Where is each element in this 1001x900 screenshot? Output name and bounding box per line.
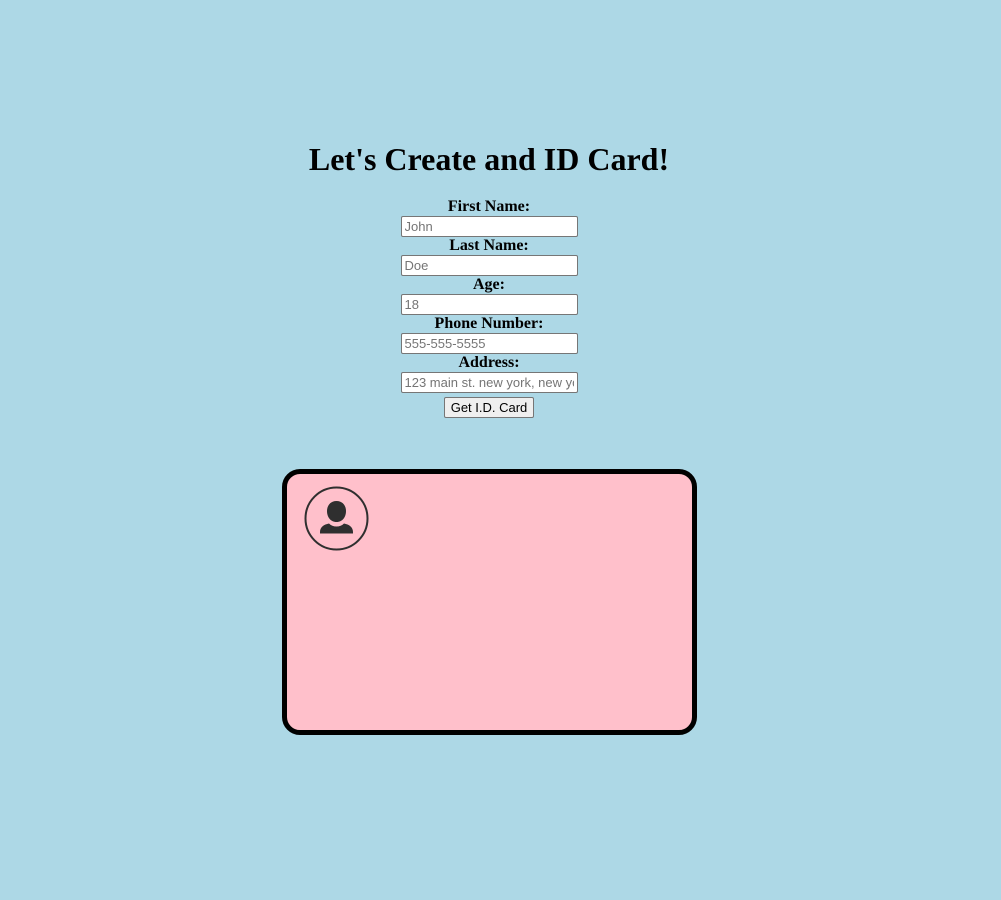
phone-number-label: Phone Number: xyxy=(434,315,544,332)
age-group: Age: xyxy=(400,276,578,315)
id-card xyxy=(282,469,697,735)
phone-number-input[interactable] xyxy=(400,333,578,354)
address-input[interactable] xyxy=(400,372,578,393)
address-label: Address: xyxy=(458,354,520,371)
phone-number-group: Phone Number: xyxy=(400,315,578,354)
avatar-shoulders xyxy=(320,523,353,534)
age-input[interactable] xyxy=(400,294,578,315)
first-name-input[interactable] xyxy=(400,216,578,237)
avatar-head xyxy=(327,501,346,522)
get-id-card-button[interactable]: Get I.D. Card xyxy=(443,397,535,418)
last-name-label: Last Name: xyxy=(449,237,529,254)
user-circle-icon xyxy=(304,486,369,551)
last-name-input[interactable] xyxy=(400,255,578,276)
address-group: Address: xyxy=(400,354,578,393)
first-name-label: First Name: xyxy=(447,198,531,215)
page-title: Let's Create and ID Card! xyxy=(308,141,670,177)
first-name-group: First Name: xyxy=(400,198,578,237)
age-label: Age: xyxy=(473,276,505,293)
page: Let's Create and ID Card! First Name: La… xyxy=(0,0,1001,900)
last-name-group: Last Name: xyxy=(400,237,578,276)
id-card-form: First Name: Last Name: Age: Phone Number… xyxy=(0,198,978,418)
avatar-svg xyxy=(304,486,369,551)
